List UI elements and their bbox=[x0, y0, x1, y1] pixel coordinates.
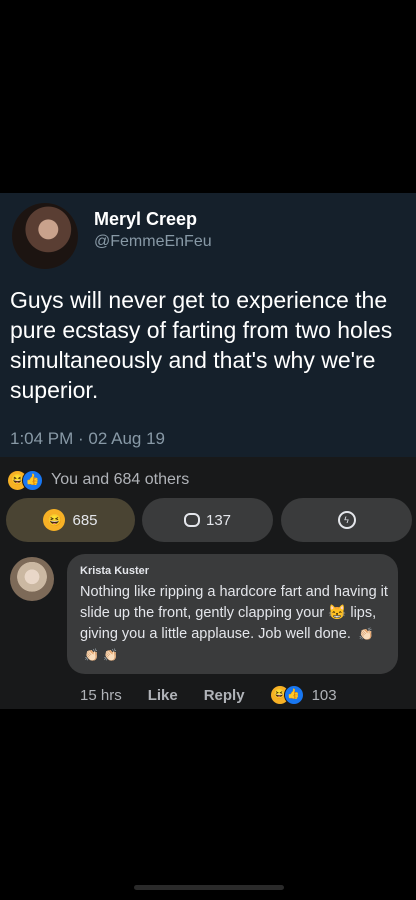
clapping-hands-emoji-icon: 👏🏻 bbox=[102, 648, 118, 662]
comment-bubble: Krista Kuster Nothing like ripping a har… bbox=[67, 554, 398, 674]
reaction-count: 685 bbox=[72, 511, 98, 529]
comment-reactions[interactable]: 😆 👍 103 bbox=[270, 685, 337, 705]
comment-button[interactable]: 137 bbox=[142, 498, 273, 542]
tweet-timestamp: 1:04 PM · 02 Aug 19 bbox=[10, 429, 165, 448]
reaction-summary-text: You and 684 others bbox=[51, 471, 190, 488]
home-indicator bbox=[134, 885, 284, 890]
tweet-author-avatar[interactable] bbox=[12, 203, 78, 269]
tweet-card: Meryl Creep @FemmeEnFeu Guys will never … bbox=[0, 193, 416, 457]
comment-bubble-icon bbox=[183, 513, 200, 527]
comment-text: Nothing like ripping a hardcore fart and… bbox=[80, 582, 392, 666]
comment-reaction-count: 103 bbox=[311, 686, 337, 704]
haha-reaction-icon: 😆 bbox=[43, 509, 66, 531]
reaction-summary-row[interactable]: 😆 👍 You and 684 others bbox=[8, 469, 189, 491]
like-reaction-icon: 👍 bbox=[283, 685, 304, 705]
comment-like-button[interactable]: Like bbox=[148, 687, 178, 704]
messenger-icon: ϟ bbox=[337, 511, 356, 529]
comment-count: 137 bbox=[205, 511, 232, 529]
comment-actions: 15 hrs Like Reply 😆 👍 103 bbox=[80, 685, 337, 705]
clapping-hands-emoji-icon: 👏🏻 bbox=[358, 627, 374, 641]
haha-reaction-button[interactable]: 😆 685 bbox=[6, 498, 135, 542]
comment-reply-button[interactable]: Reply bbox=[204, 687, 245, 704]
tweet-display-name[interactable]: Meryl Creep bbox=[94, 209, 197, 230]
like-reaction-icon: 👍 bbox=[22, 469, 43, 491]
clapping-hands-emoji-icon: 👏🏻 bbox=[84, 648, 99, 662]
cat-emoji-icon: 😸 bbox=[328, 605, 347, 621]
comment-author[interactable]: Krista Kuster bbox=[80, 565, 149, 577]
commenter-avatar[interactable] bbox=[10, 557, 54, 601]
facebook-post-footer: 😆 👍 You and 684 others 😆 685 137 ϟ Krist… bbox=[0, 457, 416, 709]
tweet-handle[interactable]: @FemmeEnFeu bbox=[94, 233, 212, 251]
messenger-share-button[interactable]: ϟ bbox=[281, 498, 412, 542]
comment-time: 15 hrs bbox=[80, 686, 122, 704]
tweet-text: Guys will never get to experience the pu… bbox=[10, 287, 393, 403]
